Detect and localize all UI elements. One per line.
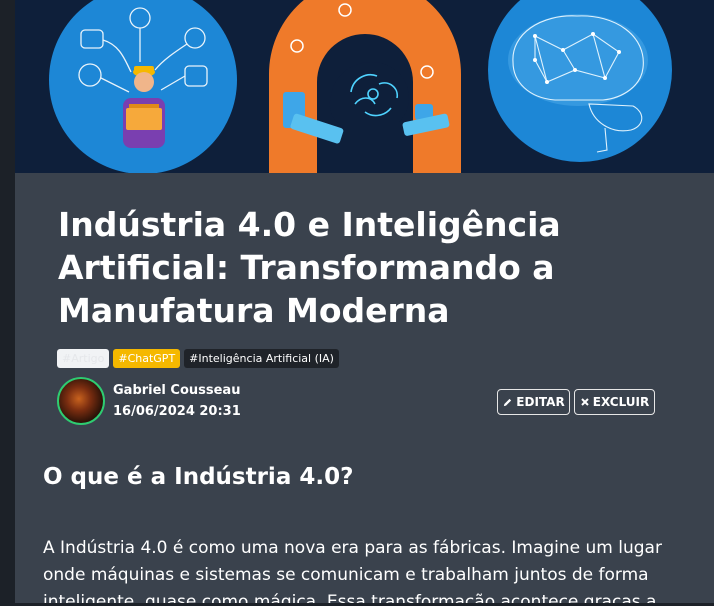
publish-date: 16/06/2024 20:31 [113,404,241,419]
glowing-brain-icon [488,0,672,162]
author-name: Gabriel Cousseau [113,383,241,398]
delete-button[interactable]: EXCLUIR [574,389,655,415]
delete-button-label: EXCLUIR [592,395,650,409]
brain-head-icon [269,0,461,173]
left-sidebar-strip [0,0,15,606]
tag-list: #Artigo #ChatGPT #Inteligência Artificia… [57,349,339,368]
article-card: Indústria 4.0 e Inteligência Artificial:… [15,173,714,606]
article-title: Indústria 4.0 e Inteligência Artificial:… [58,205,561,330]
close-icon [581,398,589,406]
edit-button[interactable]: EDITAR [497,389,570,415]
hero-illustration [49,0,672,173]
edit-button-label: EDITAR [516,395,565,409]
article-body: A Indústria 4.0 é como uma nova era para… [43,538,662,606]
section-heading: O que é a Indústria 4.0? [43,464,354,490]
tag-chatgpt[interactable]: #ChatGPT [113,349,181,368]
page: Indústria 4.0 e Inteligência Artificial:… [0,0,714,606]
worker-icon [49,0,237,173]
tag-artigo[interactable]: #Artigo [57,349,110,368]
pencil-icon [504,398,512,406]
tag-inteligencia-artificial[interactable]: #Inteligência Artificial (IA) [184,349,339,368]
hero-banner-image [15,0,714,173]
avatar[interactable] [57,377,105,425]
